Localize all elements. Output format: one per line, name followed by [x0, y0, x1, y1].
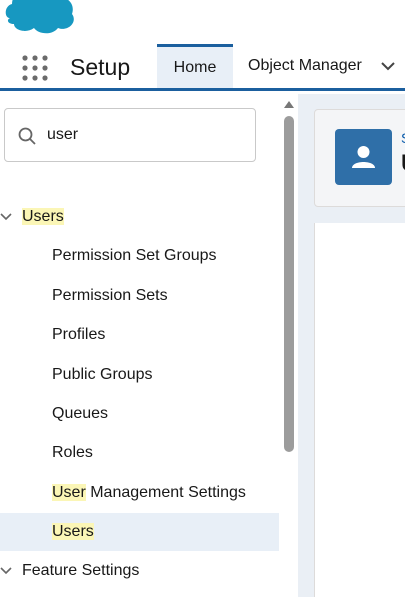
nav-bar: Setup Home Object Manager — [0, 44, 405, 91]
chevron-down-icon[interactable] — [380, 60, 396, 72]
scroll-up-arrow-icon[interactable] — [284, 100, 294, 108]
tree-item-label: Queues — [52, 405, 109, 422]
users-page-icon — [335, 129, 392, 185]
tree-item-public-groups[interactable]: Public Groups — [0, 356, 279, 394]
search-highlight: User — [52, 484, 86, 501]
app-launcher-icon[interactable] — [22, 55, 48, 81]
tree-item-permission-sets[interactable]: Permission Sets — [0, 277, 279, 315]
tree-item-users[interactable]: Users — [0, 513, 279, 551]
tree-item-label-rest: Management Settings — [85, 484, 246, 501]
tree-item-label: Public Groups — [52, 366, 153, 383]
tree-group-users[interactable]: Users — [0, 198, 279, 236]
search-highlight: Users — [22, 208, 64, 225]
tree-item-label: Profiles — [52, 326, 106, 343]
tree-item-label: Permission Set Groups — [52, 247, 217, 264]
setup-sidebar: Users Permission Set Groups Permission S… — [0, 94, 298, 597]
breadcrumb[interactable]: S — [401, 130, 405, 146]
search-highlight: Users — [52, 523, 94, 540]
app-name: Setup — [70, 54, 131, 80]
tree-item-label: Roles — [52, 444, 93, 461]
tree-item-label: User Management Settings — [52, 474, 246, 512]
page-title: U — [401, 150, 405, 178]
quick-find-box — [4, 108, 256, 162]
main-content: S U — [298, 94, 405, 597]
caret-down-icon[interactable] — [0, 210, 12, 222]
content-panel — [314, 223, 405, 597]
caret-down-icon[interactable] — [0, 564, 12, 576]
tree-item-user-management-settings[interactable]: User Management Settings — [0, 474, 279, 512]
user-icon — [352, 146, 375, 168]
page-header: S U — [314, 109, 405, 207]
tab-home[interactable]: Home — [157, 44, 233, 88]
tree-item-label: Permission Sets — [52, 287, 168, 304]
tree-group-feature-settings[interactable]: Feature Settings — [0, 552, 279, 590]
search-icon — [18, 127, 36, 145]
tree-item-queues[interactable]: Queues — [0, 395, 279, 433]
tree-group-label: Feature Settings — [22, 562, 140, 579]
tree-item-roles[interactable]: Roles — [0, 434, 279, 472]
quick-find-input[interactable] — [47, 123, 247, 147]
tree-group-label: Users — [22, 198, 64, 236]
tree-item-profiles[interactable]: Profiles — [0, 316, 279, 354]
scrollbar-thumb[interactable] — [284, 116, 294, 452]
top-bar — [0, 0, 405, 44]
tree-item-label: Users — [52, 513, 94, 551]
tree-item-permission-set-groups[interactable]: Permission Set Groups — [0, 237, 279, 275]
tab-object-manager[interactable]: Object Manager — [248, 44, 362, 88]
salesforce-cloud-logo[interactable] — [4, 0, 78, 36]
